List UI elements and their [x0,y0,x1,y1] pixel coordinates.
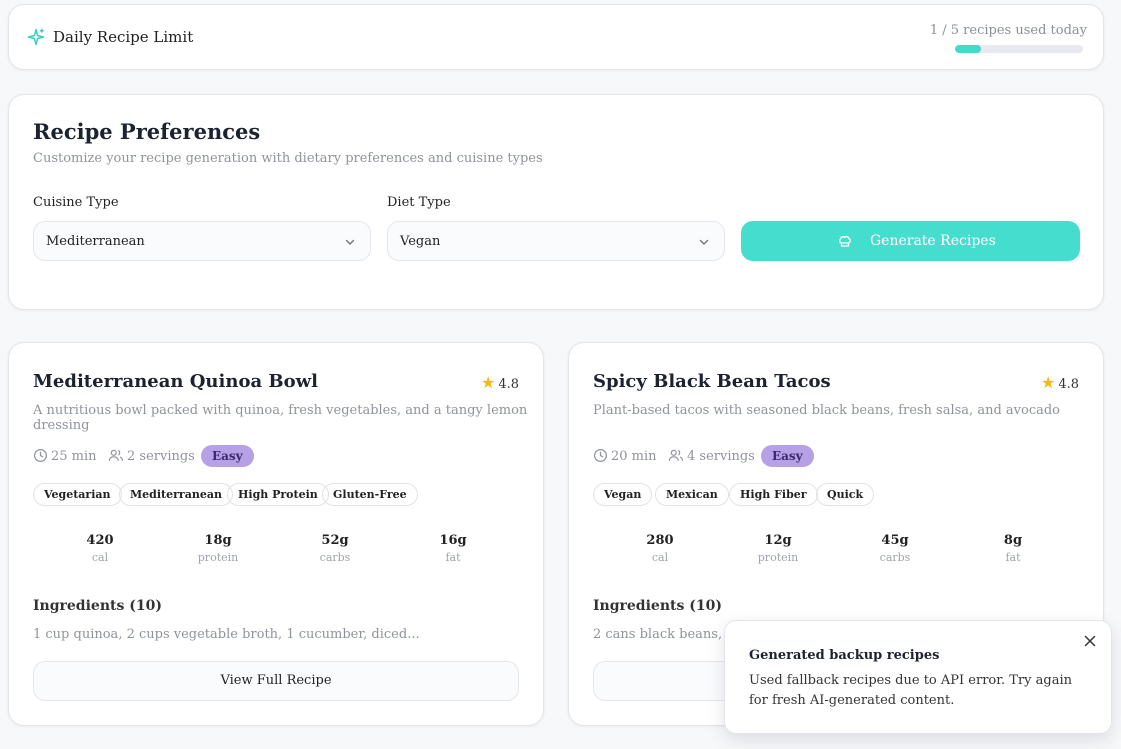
nutrition-value: 18g [204,533,232,548]
recipe-description: Plant-based tacos with seasoned black be… [593,403,1061,418]
ingredients-title: Ingredients (10) [593,598,722,614]
nutrition-unit: carbs [879,551,911,564]
recipe-tag: Vegan [593,483,653,506]
star-icon: ★ [1040,373,1056,392]
cook-time: 25 min [33,448,97,464]
daily-limit-card: Daily Recipe Limit 1 / 5 recipes used to… [8,4,1104,70]
recipe-tag: High Fiber [729,483,818,506]
preferences-title: Recipe Preferences [33,119,261,144]
nutrition-fat: 8g fat [963,533,1063,564]
usage-progress-bar [955,45,1083,53]
recipe-title: Spicy Black Bean Tacos [593,371,831,392]
preferences-subtitle: Customize your recipe generation with di… [33,151,543,166]
nutrition-carbs: 45g carbs [845,533,945,564]
nutrition-unit: protein [197,551,239,564]
daily-limit-label: Daily Recipe Limit [53,28,194,46]
recipe-rating: ★ 4.8 [1041,373,1079,392]
recipe-preferences-card: Recipe Preferences Customize your recipe… [8,94,1104,310]
clock-icon [33,448,48,463]
ingredients-title: Ingredients (10) [33,598,162,614]
cook-time-value: 20 min [611,449,657,464]
clock-icon [593,448,608,463]
recipe-tag: High Protein [227,483,329,506]
generate-recipes-button[interactable]: Generate Recipes [741,221,1080,261]
recipe-tag: Quick [816,483,875,506]
difficulty-badge: Easy [201,445,254,467]
view-full-recipe-button[interactable]: View Full Recipe [33,661,519,701]
nutrition-unit: cal [651,551,669,564]
servings: 4 servings [668,448,755,464]
nutrition-protein: 12g protein [728,533,828,564]
nutrition-value: 8g [1003,533,1023,548]
recipe-tag: Gluten-Free [322,483,418,506]
nutrition-unit: cal [91,551,109,564]
diet-type-select[interactable]: Vegan [387,221,725,261]
recipe-description: A nutritious bowl packed with quinoa, fr… [33,403,528,433]
servings-value: 4 servings [687,449,755,464]
chevron-down-icon [345,239,355,245]
users-icon [668,449,684,461]
toast-message: Used fallback recipes due to API error. … [749,673,1073,708]
nutrition-unit: fat [1005,551,1021,564]
chevron-down-icon [699,239,709,245]
nutrition-unit: carbs [319,551,351,564]
recipe-card: Mediterranean Quinoa Bowl ★ 4.8 A nutriti… [8,342,544,726]
recipe-tag: Vegetarian [33,483,122,506]
close-icon[interactable] [1083,634,1097,648]
usage-text: 1 / 5 recipes used today [929,23,1087,38]
fallback-toast: Generated backup recipes Used fallback r… [724,620,1112,734]
nutrition-calories: 420 cal [50,533,150,564]
nutrition-unit: protein [757,551,799,564]
nutrition-calories: 280 cal [610,533,710,564]
cuisine-type-label: Cuisine Type [33,195,119,210]
rating-value: 4.8 [1058,377,1079,392]
cuisine-type-select[interactable]: Mediterranean [33,221,371,261]
chef-hat-icon [839,235,851,247]
difficulty-badge: Easy [761,445,814,467]
rating-value: 4.8 [498,377,519,392]
servings-value: 2 servings [127,449,195,464]
cuisine-type-value: Mediterranean [46,234,145,249]
view-full-recipe-label: View Full Recipe [220,673,332,688]
nutrition-value: 420 [86,533,114,548]
nutrition-value: 16g [439,533,467,548]
recipe-rating: ★ 4.8 [481,373,519,392]
nutrition-carbs: 52g carbs [285,533,385,564]
nutrition-value: 52g [321,533,349,548]
diet-type-value: Vegan [400,234,441,249]
nutrition-value: 12g [764,533,792,548]
nutrition-fat: 16g fat [403,533,503,564]
generate-recipes-label: Generate Recipes [870,233,996,249]
servings: 2 servings [108,448,195,464]
recipe-title: Mediterranean Quinoa Bowl [33,371,318,392]
toast-title: Generated backup recipes [749,648,940,663]
star-icon: ★ [480,373,496,392]
diet-type-label: Diet Type [387,195,451,210]
nutrition-value: 45g [881,533,909,548]
cook-time-value: 25 min [51,449,97,464]
usage-progress-fill [955,45,981,53]
nutrition-unit: fat [445,551,461,564]
sparkle-icon [27,28,45,46]
nutrition-value: 280 [646,533,674,548]
nutrition-protein: 18g protein [168,533,268,564]
cook-time: 20 min [593,448,657,464]
recipe-tag: Mediterranean [119,483,233,506]
ingredients-preview: 1 cup quinoa, 2 cups vegetable broth, 1 … [33,627,420,642]
recipe-tag: Mexican [655,483,729,506]
users-icon [108,449,124,461]
